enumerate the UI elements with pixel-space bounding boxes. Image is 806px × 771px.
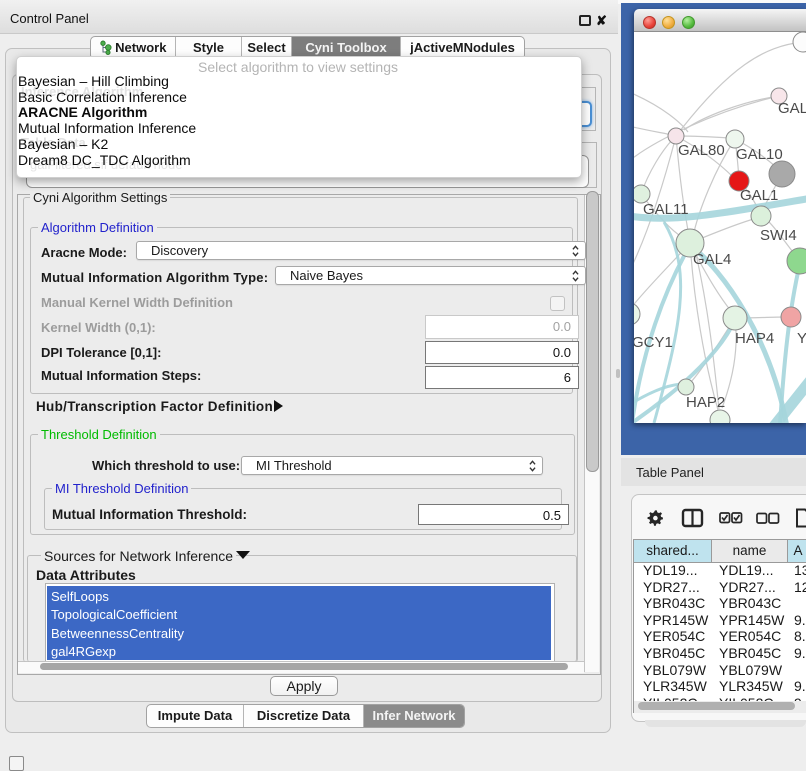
svg-text:GAL2: GAL2 [778, 100, 806, 117]
svg-text:GAL11: GAL11 [643, 201, 689, 218]
svg-text:SWI4: SWI4 [760, 227, 797, 244]
svg-text:GCY1: GCY1 [634, 334, 673, 351]
svg-text:YE: YE [797, 330, 806, 347]
svg-text:GAL80: GAL80 [678, 142, 725, 159]
svg-text:HAP4: HAP4 [735, 330, 774, 347]
svg-text:GAL4: GAL4 [693, 251, 731, 268]
svg-text:GAL10: GAL10 [736, 146, 783, 163]
svg-text:HAP2: HAP2 [686, 394, 725, 411]
svg-text:GAL1: GAL1 [740, 187, 778, 204]
